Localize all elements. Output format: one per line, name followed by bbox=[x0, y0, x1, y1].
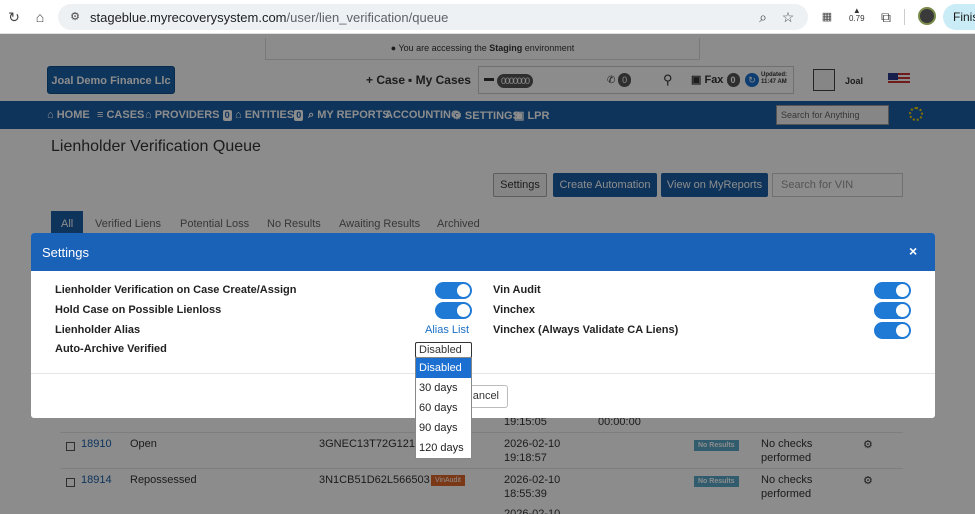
setting-label: Hold Case on Possible Lienloss bbox=[55, 304, 222, 316]
setting-label: Vinchex (Always Validate CA Liens) bbox=[493, 324, 679, 336]
site-info-icon[interactable]: ⚙ bbox=[66, 8, 84, 26]
setting-label: Auto-Archive Verified bbox=[55, 343, 167, 355]
bookmark-star-icon[interactable]: ☆ bbox=[779, 8, 797, 26]
lienholder-verification-toggle[interactable] bbox=[435, 282, 472, 299]
dropdown-option[interactable]: 30 days bbox=[416, 378, 471, 398]
profile-avatar[interactable] bbox=[918, 7, 936, 25]
setting-label: Lienholder Alias bbox=[55, 324, 141, 336]
zoom-icon[interactable]: ⌕ bbox=[754, 8, 772, 26]
vinchex-toggle[interactable] bbox=[874, 302, 911, 319]
setting-label: Vin Audit bbox=[493, 284, 541, 296]
dropdown-option[interactable]: 60 days bbox=[416, 398, 471, 418]
auto-archive-dropdown: Disabled 30 days 60 days 90 days 120 day… bbox=[415, 357, 472, 459]
setting-label: Vinchex bbox=[493, 304, 535, 316]
modal-title: Settings bbox=[42, 245, 89, 260]
auto-archive-select[interactable]: Disabled ⌄ bbox=[415, 342, 472, 370]
puzzle-icon[interactable]: ⧉ bbox=[877, 8, 895, 26]
reload-icon[interactable]: ↻ bbox=[5, 8, 23, 26]
url-text: stageblue.myrecoverysystem.com/user/lien… bbox=[90, 10, 449, 25]
browser-toolbar: ↻ ⌂ ⚙ stageblue.myrecoverysystem.com/use… bbox=[0, 0, 975, 34]
hold-case-toggle[interactable] bbox=[435, 302, 472, 319]
toolbar-divider bbox=[904, 9, 905, 25]
extension-icon[interactable]: ▦ bbox=[818, 8, 836, 26]
modal-header: Settings × bbox=[31, 233, 935, 271]
settings-modal: Settings × Lienholder Verification on Ca… bbox=[31, 233, 935, 418]
setting-label: Lienholder Verification on Case Create/A… bbox=[55, 284, 297, 296]
address-bar[interactable]: ⚙ stageblue.myrecoverysystem.com/user/li… bbox=[58, 4, 808, 30]
vinchex-ca-toggle[interactable] bbox=[874, 322, 911, 339]
dropdown-option[interactable]: 120 days bbox=[416, 438, 471, 458]
home-icon[interactable]: ⌂ bbox=[31, 8, 49, 26]
alias-list-link[interactable]: Alias List bbox=[425, 324, 469, 336]
vin-audit-toggle[interactable] bbox=[874, 282, 911, 299]
finish-button[interactable]: Finish bbox=[943, 4, 975, 30]
dropdown-option[interactable]: Disabled bbox=[416, 358, 471, 378]
close-icon[interactable]: × bbox=[909, 243, 917, 259]
extension-badge[interactable]: ▲ 0.79 bbox=[849, 7, 865, 23]
modal-divider bbox=[31, 373, 935, 374]
dropdown-option[interactable]: 90 days bbox=[416, 418, 471, 438]
